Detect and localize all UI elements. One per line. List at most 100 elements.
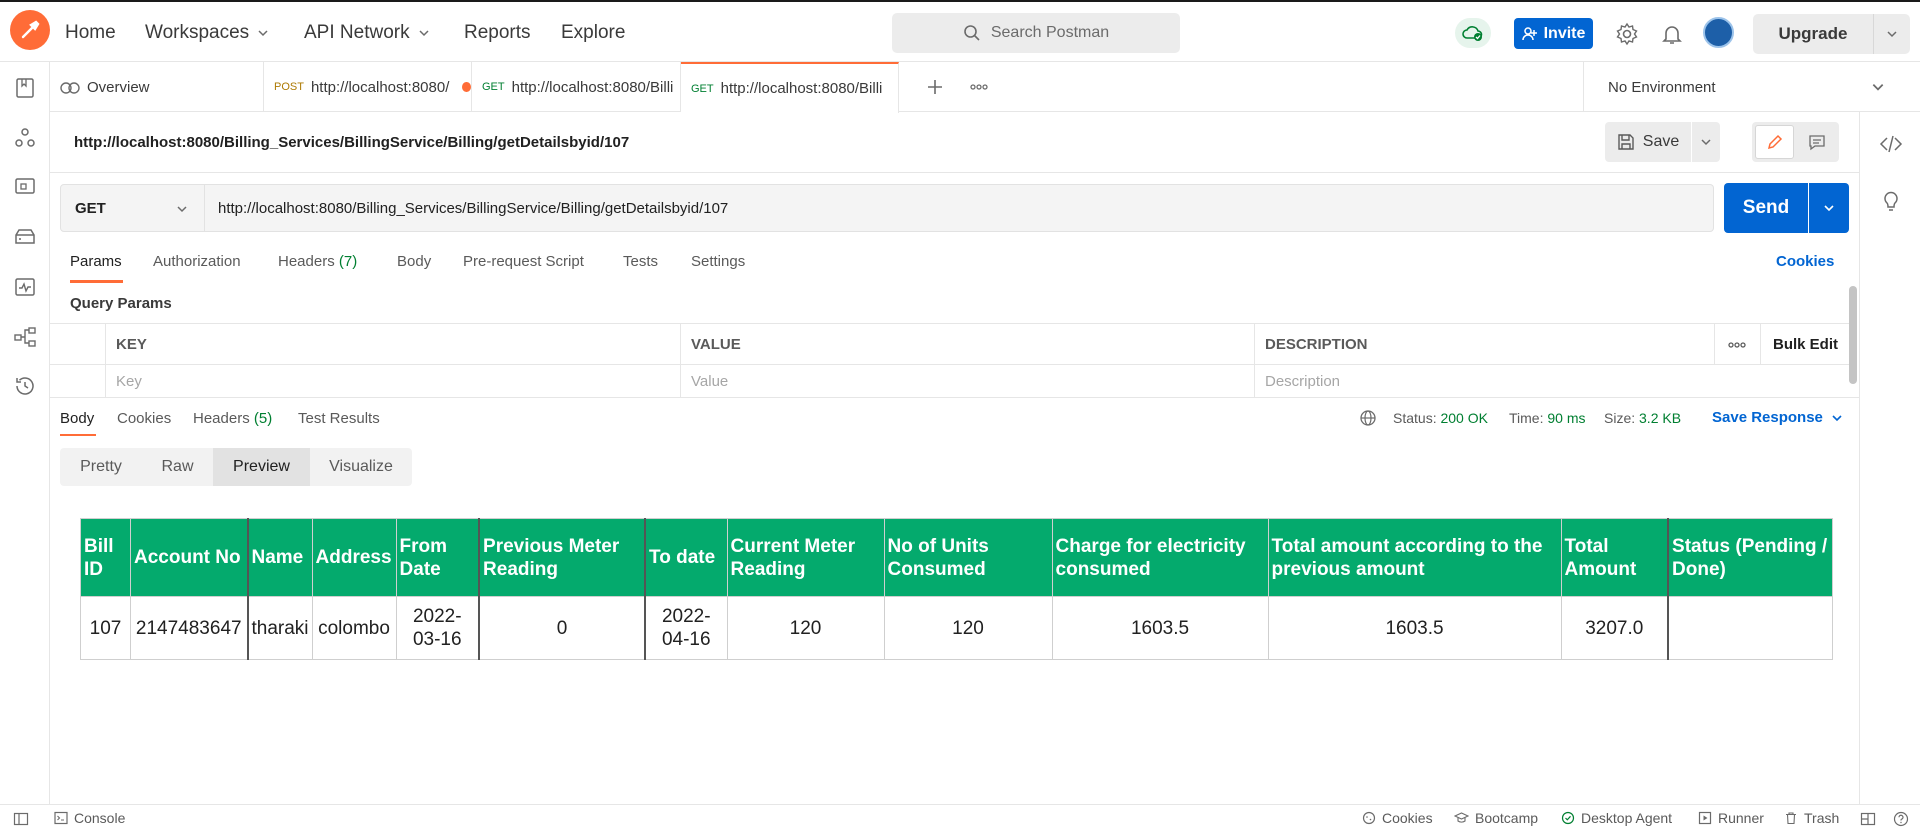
tab-settings[interactable]: Settings xyxy=(691,253,745,270)
view-raw-button[interactable]: Raw xyxy=(142,448,213,486)
trash-icon xyxy=(1786,812,1796,825)
response-tab-cookies[interactable]: Cookies xyxy=(117,410,171,427)
param-key-placeholder: Key xyxy=(116,373,142,390)
history-icon[interactable] xyxy=(13,374,37,398)
trash-button[interactable]: Trash xyxy=(1784,810,1839,826)
preview-col-header: Charge for electricity consumed xyxy=(1051,518,1269,597)
preview-header-row: Bill ID Account No Name Address From Dat… xyxy=(80,518,1833,597)
comment-mode-button[interactable] xyxy=(1797,125,1836,159)
lightbulb-icon[interactable] xyxy=(1879,189,1903,213)
params-more-button[interactable] xyxy=(1714,324,1760,365)
mock-servers-icon[interactable] xyxy=(13,225,37,249)
response-tab-headers-label: Headers xyxy=(193,410,250,427)
view-visualize-button[interactable]: Visualize xyxy=(310,448,412,486)
tab-headers[interactable]: Headers (7) xyxy=(278,253,357,270)
save-response-button[interactable]: Save Response xyxy=(1712,409,1843,426)
environments-icon[interactable] xyxy=(13,175,37,199)
search-input[interactable]: Search Postman xyxy=(892,13,1180,53)
send-button[interactable]: Send xyxy=(1724,183,1808,233)
tab-body[interactable]: Body xyxy=(397,253,431,270)
status-bar: Console Cookies Bootcamp Desktop Agent R… xyxy=(0,804,1920,831)
tab-get-request[interactable]: GET http://localhost:8080/Billi xyxy=(472,62,681,112)
edit-mode-button[interactable] xyxy=(1755,125,1794,159)
nav-workspaces-label: Workspaces xyxy=(145,22,250,43)
runner-icon xyxy=(1698,811,1712,825)
flows-icon[interactable] xyxy=(13,325,37,349)
query-params-heading: Query Params xyxy=(70,295,172,312)
preview-cell: colombo xyxy=(311,596,397,660)
scrollbar[interactable] xyxy=(1849,286,1857,384)
plus-icon[interactable] xyxy=(923,75,947,99)
upgrade-dropdown[interactable] xyxy=(1874,14,1910,54)
tab-get-request-active[interactable]: GET http://localhost:8080/Billi xyxy=(681,62,899,113)
upgrade-button[interactable]: Upgrade xyxy=(1753,14,1910,54)
runner-button[interactable]: Runner xyxy=(1698,810,1764,826)
param-value-input[interactable]: Value xyxy=(680,365,1254,398)
bulk-edit-button[interactable]: Bulk Edit xyxy=(1760,324,1851,365)
param-description-input[interactable]: Description xyxy=(1254,365,1851,398)
response-tab-body[interactable]: Body xyxy=(60,410,94,427)
request-title[interactable]: http://localhost:8080/Billing_Services/B… xyxy=(74,134,629,151)
tab-overview-label: Overview xyxy=(87,78,150,96)
param-key-input[interactable]: Key xyxy=(105,365,680,398)
desktop-agent-button[interactable]: Desktop Agent xyxy=(1561,810,1672,826)
view-mode-toggle xyxy=(1752,122,1839,162)
tab-url-label: http://localhost:8080/Billi xyxy=(511,78,674,96)
tab-tests[interactable]: Tests xyxy=(623,253,658,270)
tab-authorization[interactable]: Authorization xyxy=(153,253,241,270)
tab-params[interactable]: Params xyxy=(70,253,122,270)
save-dropdown[interactable] xyxy=(1692,122,1720,162)
method-select[interactable]: GET xyxy=(60,184,205,232)
search-placeholder: Search Postman xyxy=(990,24,1110,41)
code-icon[interactable] xyxy=(1879,132,1903,156)
nav-reports[interactable]: Reports xyxy=(464,22,531,44)
two-pane-icon[interactable] xyxy=(1860,811,1876,827)
preview-col-header: Name xyxy=(246,518,313,597)
response-tab-headers[interactable]: Headers (5) xyxy=(193,410,272,427)
preview-col-header: From Date xyxy=(395,518,480,597)
cloud-sync-icon[interactable] xyxy=(1455,18,1491,48)
console-button[interactable]: Console xyxy=(54,810,125,826)
column-description-label: DESCRIPTION xyxy=(1265,336,1368,353)
nav-api-network[interactable]: API Network xyxy=(304,22,430,44)
headers-count: (7) xyxy=(338,253,358,270)
postman-logo-icon[interactable] xyxy=(10,10,50,50)
save-button[interactable]: Save xyxy=(1605,122,1691,162)
tab-pre-request-script[interactable]: Pre-request Script xyxy=(463,253,584,270)
save-label: Save xyxy=(1642,133,1680,150)
nav-explore[interactable]: Explore xyxy=(561,22,625,44)
console-label: Console xyxy=(74,810,126,826)
response-divider[interactable] xyxy=(50,397,1859,398)
runner-label: Runner xyxy=(1718,810,1764,826)
view-preview-button[interactable]: Preview xyxy=(213,448,310,486)
collections-icon[interactable] xyxy=(13,76,37,100)
tab-post-request[interactable]: POST http://localhost:8080/ xyxy=(264,62,472,112)
chevron-down-icon xyxy=(1887,31,1897,38)
nav-home[interactable]: Home xyxy=(65,22,116,44)
chevron-down-icon xyxy=(177,206,187,213)
invite-button[interactable]: Invite xyxy=(1514,18,1593,49)
tab-overview[interactable]: Overview xyxy=(50,62,264,112)
monitors-icon[interactable] xyxy=(13,275,37,299)
table-row: 107 2147483647 tharaki colombo 2022-03-1… xyxy=(80,596,1833,660)
bootcamp-button[interactable]: Bootcamp xyxy=(1454,810,1538,826)
avatar[interactable] xyxy=(1703,17,1734,48)
bell-icon[interactable] xyxy=(1660,22,1684,46)
more-horizontal-icon[interactable] xyxy=(967,75,991,99)
help-icon[interactable] xyxy=(1893,811,1909,827)
toggle-sidebar-icon[interactable] xyxy=(13,811,29,827)
globe-icon[interactable] xyxy=(1359,409,1377,427)
environment-label: No Environment xyxy=(1608,78,1716,96)
cookies-link[interactable]: Cookies xyxy=(1776,253,1834,270)
statusbar-cookies-button[interactable]: Cookies xyxy=(1362,810,1433,826)
view-pretty-button[interactable]: Pretty xyxy=(60,448,142,486)
url-input[interactable]: http://localhost:8080/Billing_Services/B… xyxy=(205,184,1714,232)
preview-cell: 0 xyxy=(478,596,646,660)
response-tab-test-results[interactable]: Test Results xyxy=(298,410,380,427)
gear-icon[interactable] xyxy=(1615,22,1639,46)
send-dropdown[interactable] xyxy=(1809,183,1849,233)
nav-workspaces[interactable]: Workspaces xyxy=(145,22,269,44)
tab-url-label: http://localhost:8080/ xyxy=(310,78,450,96)
apis-icon[interactable] xyxy=(13,126,37,150)
environment-selector[interactable]: No Environment xyxy=(1583,62,1909,112)
